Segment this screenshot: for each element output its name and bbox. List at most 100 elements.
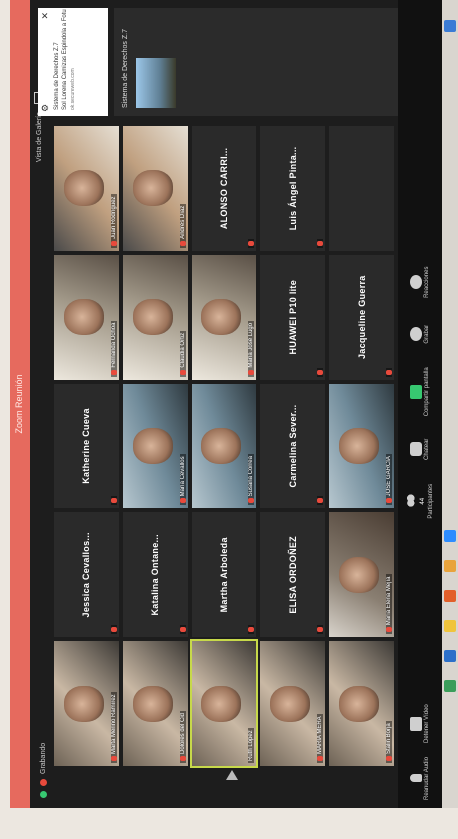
participant-tile[interactable]: Katalina Ontane... — [122, 512, 188, 638]
participant-video — [201, 685, 242, 722]
muted-mic-icon — [317, 240, 324, 246]
participant-video — [132, 428, 173, 465]
chat-icon — [410, 442, 422, 457]
participant-tile[interactable]: Jacqueline Guerra — [329, 254, 394, 380]
muted-mic-icon — [248, 240, 255, 246]
participant-caption — [248, 238, 255, 248]
firefox-icon[interactable] — [444, 590, 456, 602]
participant-name-display: Jessica Cevallos... — [81, 532, 92, 618]
participant-name: Ruth López — [248, 730, 255, 761]
participant-tile[interactable]: Katherine Cueva — [54, 383, 119, 509]
participant-count: 44 — [420, 497, 426, 505]
participant-tile[interactable]: Jessica Cevallos... — [54, 512, 119, 638]
participant-tile[interactable]: Andrés Díaz — [122, 126, 188, 251]
participant-caption — [110, 625, 117, 635]
participant-tile[interactable]: Dolores del Cid — [122, 641, 188, 766]
muted-mic-icon — [179, 756, 186, 761]
participant-tile[interactable]: María Elena Mejía — [329, 512, 394, 638]
participant-tile[interactable]: ALONSO CARRI... — [191, 126, 257, 251]
participant-tile[interactable]: Susana Correa — [191, 383, 257, 509]
video-button[interactable]: Detener Vídeo — [410, 704, 430, 743]
chat-button[interactable]: Chatear — [410, 430, 430, 468]
participant-tile[interactable]: María José Lugo — [191, 254, 257, 380]
participant-tile[interactable]: Ruth López — [190, 637, 258, 770]
muted-mic-icon — [110, 240, 117, 246]
share-screen-button[interactable]: Compartir pantalla — [410, 367, 430, 416]
participant-caption: Ruth López — [248, 728, 255, 763]
muted-mic-icon — [179, 627, 186, 633]
participant-tile[interactable]: Stalin Borja — [329, 641, 394, 766]
participant-tile[interactable]: Martha Arboleda — [191, 512, 257, 638]
audio-label: Reanudar Audio — [424, 756, 430, 800]
participant-caption: Dolores del Cid — [179, 710, 186, 763]
audio-button[interactable]: Reanudar Audio — [410, 757, 430, 800]
participant-caption — [386, 367, 392, 377]
muted-mic-icon — [386, 756, 392, 761]
reactions-icon — [410, 275, 422, 290]
screen: Zoom Reunión Grabando Vista de Galería M… — [10, 0, 442, 808]
participant-tile[interactable]: Fernanda Ochoa — [54, 254, 119, 380]
participant-name: Juan Rodríguez — [110, 196, 117, 239]
participant-tile[interactable]: Claudia Ortiz — [122, 254, 188, 380]
security-icon[interactable] — [39, 791, 47, 798]
participant-tile[interactable]: ELISA ORDOÑEZ — [260, 512, 326, 638]
close-icon[interactable]: ✕ — [40, 12, 51, 20]
file-explorer-icon[interactable] — [444, 560, 456, 572]
participant-name: Marta Merino Ramírez — [110, 694, 117, 754]
muted-mic-icon — [317, 369, 324, 375]
participant-caption — [317, 238, 324, 248]
participant-tile[interactable]: Marta Merino Ramírez — [54, 641, 119, 766]
chrome-icon[interactable] — [444, 620, 456, 632]
muted-mic-icon — [248, 627, 255, 633]
gear-icon[interactable]: ⚙ — [40, 104, 51, 112]
notification-title: Sistema de Derechos Z.7 — [54, 42, 60, 110]
participant-tile[interactable]: Luis Ángel Pinta... — [260, 126, 326, 251]
muted-mic-icon — [317, 756, 324, 761]
participant-video — [132, 685, 173, 722]
excel-icon[interactable] — [444, 680, 456, 692]
participants-icon — [406, 494, 418, 509]
participant-name-display: ELISA ORDOÑEZ — [287, 536, 298, 614]
participant-tile[interactable]: María Cevallos — [122, 383, 188, 509]
participant-caption: Fernanda Ochoa — [110, 320, 117, 377]
chat-title: Sistema de Derechos Z.7 — [122, 29, 129, 108]
chat-image-thumbnail[interactable] — [136, 58, 176, 108]
participant-video — [132, 299, 173, 336]
start-icon[interactable] — [444, 20, 456, 32]
participant-tile[interactable]: Carmelina Sever... — [260, 383, 326, 509]
participant-caption: MARÍA MERA — [317, 714, 324, 763]
reactions-button[interactable]: Reacciones — [410, 263, 430, 301]
record-label: Grabar — [424, 324, 430, 344]
participant-name-display: HUAWEI P10 lite — [287, 279, 298, 355]
participant-caption: Stalin Borja — [386, 721, 392, 763]
recording-icon — [39, 779, 47, 786]
participant-name-display: Katalina Ontane... — [150, 534, 161, 616]
participant-name: Susana Correa — [248, 456, 255, 497]
participant-video — [339, 428, 379, 465]
muted-mic-icon — [179, 498, 186, 504]
word-icon[interactable] — [444, 650, 456, 662]
participants-label: Participantes — [428, 483, 434, 519]
record-icon — [410, 327, 422, 342]
participant-tile[interactable] — [329, 126, 394, 251]
participant-video — [339, 685, 379, 722]
share-screen-icon — [410, 384, 422, 399]
notification-card[interactable]: ⚙ ✕ Sistema de Derechos Z.7 Sol Lorena C… — [38, 8, 108, 116]
participant-caption: Claudia Ortiz — [179, 330, 186, 377]
participant-tile[interactable]: HUAWEI P10 lite — [260, 254, 326, 380]
page-up-icon[interactable] — [226, 770, 238, 780]
meeting-indicators: Grabando — [36, 743, 50, 798]
gallery-grid: Marta Merino Ramírez Jessica Cevallos... K… — [54, 126, 394, 770]
zoom-app-icon[interactable] — [444, 530, 456, 542]
muted-mic-icon — [110, 369, 117, 375]
participant-caption: María Cevallos — [179, 454, 186, 506]
title-bar: Zoom Reunión — [10, 0, 30, 808]
participant-video — [201, 428, 242, 465]
participants-button[interactable]: 44 Participantes — [406, 482, 434, 520]
participant-name-display: Katherine Cueva — [81, 408, 92, 484]
participant-tile[interactable]: Juan Rodríguez — [54, 126, 119, 251]
monitor-frame: Zoom Reunión Grabando Vista de Galería M… — [0, 0, 458, 839]
record-button[interactable]: Grabar — [410, 315, 430, 353]
participant-tile[interactable]: MARÍA MERA — [260, 641, 326, 766]
participant-tile[interactable]: JOSÉ GARCÍA — [329, 383, 394, 509]
